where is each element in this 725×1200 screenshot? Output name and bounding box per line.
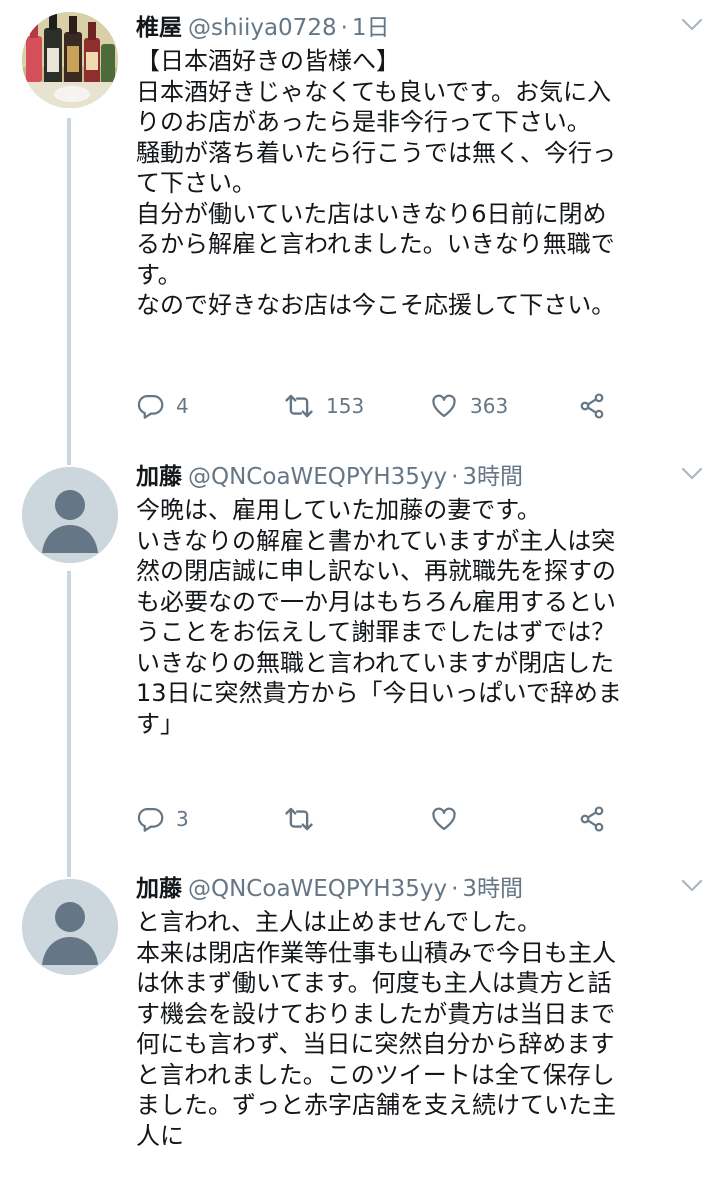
tweet-text-line: 騒動が落ち着いたら行こうでは無く、今行っ [136,138,616,167]
default-avatar-icon [22,467,118,563]
chevron-down-icon[interactable] [681,18,703,32]
share-icon [578,392,606,420]
thread-line [67,867,71,877]
tweet-text: 今晩は、雇用していた加藤の妻です。 いきなりの解雇と書かれていますが主人は突 然… [136,495,707,739]
tweet-text-line: 日本酒好きじゃなくても良いです。お気に入 [136,77,611,106]
tweet-text-line: 13日に突然貴方から「今日いっぱいで辞めま [136,679,622,707]
share-button[interactable] [578,391,606,421]
separator-dot: · [451,464,459,490]
display-name[interactable]: 加藤 [136,876,182,902]
reply-button[interactable]: 3 [136,804,189,834]
default-avatar-icon [22,879,118,975]
tweet-thread: 椎屋 @shiiya0728 · 1日 【日本酒好きの皆様へ】 日本酒好きじゃなくても… [0,0,725,1200]
chevron-down-icon[interactable] [681,467,703,481]
tweet-text-line: いきなりの無職と言われていますが閉店した [136,648,615,677]
reply-icon [136,392,164,420]
tweet[interactable]: 加藤 @QNCoaWEQPYH35yy · 3時間 と言われ、主人は止めませんでした。… [0,867,725,1200]
tweet-text: と言われ、主人は止めませんでした。 本来は閉店作業等仕事も山積みで今日も主人 は… [136,907,707,1151]
tweet-text: 【日本酒好きの皆様へ】 日本酒好きじゃなくても良いです。お気に入 りのお店があっ… [136,46,707,321]
avatar[interactable] [22,12,118,108]
tweet-text-line: 自分が働いていた店はいきなり6日前に閉め [136,199,607,228]
retweet-icon [284,804,314,834]
like-button[interactable]: 363 [430,391,508,421]
tweet-actions: 4 153 363 [136,391,707,421]
tweet-text-line: りのお店があったら是非今行って下さい。 [136,108,591,136]
timestamp[interactable]: 3時間 [462,876,523,902]
heart-icon [430,392,458,420]
timestamp[interactable]: 3時間 [462,464,523,490]
heart-icon [430,805,458,833]
reply-button[interactable]: 4 [136,391,189,421]
display-name[interactable]: 加藤 [136,464,182,490]
username[interactable]: @QNCoaWEQPYH35yy [188,876,447,902]
tweet-text-line: す機会を設けておりましたが貴方は当日まで [136,999,616,1028]
tweet-text-line: 何にも言わず、当日に突然自分から辞めます [136,1030,615,1058]
tweet-text-line: るから解雇と言われました。いきなり無職で [136,230,615,258]
display-name[interactable]: 椎屋 [136,15,182,41]
chevron-down-icon[interactable] [681,879,703,893]
tweet-text-line: す。 [136,260,182,289]
separator-dot: · [451,876,459,902]
tweet-text-line: も必要なので一か月はもちろん雇用するとい [136,587,616,616]
tweet[interactable]: 椎屋 @shiiya0728 · 1日 【日本酒好きの皆様へ】 日本酒好きじゃなくても… [0,0,725,455]
tweet-text-line: 本来は閉店作業等仕事も山積みで今日も主人 [136,938,616,967]
tweet-text-line: 今晩は、雇用していた加藤の妻です。 [136,496,541,524]
tweet-text-line: と言われ、主人は止めませんでした。 [136,908,542,936]
share-icon [578,805,606,833]
retweet-button[interactable] [284,804,326,834]
tweet-text-line: 人に [136,1121,184,1150]
retweet-button[interactable]: 153 [284,391,364,421]
tweet[interactable]: 加藤 @QNCoaWEQPYH35yy · 3時間 今晩は、雇用していた加藤の妻です。… [0,455,725,867]
sake-bottles-photo [22,12,118,108]
thread-line [67,455,71,465]
username[interactable]: @shiiya0728 [188,15,337,41]
tweet-text-line: て下さい。 [136,169,256,197]
tweet-text-line: 【日本酒好きの皆様へ】 [136,47,400,75]
avatar[interactable] [22,879,118,975]
tweet-text-line: なので好きなお店は今こそ応援して下さい。 [136,291,616,319]
tweet-text-line: は休まず働いてます。何度も主人は貴方と話 [136,969,612,997]
tweet-text-line: す」 [136,709,184,738]
reply-icon [136,805,164,833]
reply-count: 4 [176,394,189,418]
retweet-count: 153 [326,394,365,418]
username[interactable]: @QNCoaWEQPYH35yy [188,464,447,490]
reply-count: 3 [176,807,189,831]
tweet-text-line: と言われました。このツイートは全て保存し [136,1060,615,1089]
tweet-text-line: うことをお伝えして謝罪までしたはずでは？ [136,618,616,646]
thread-line [67,118,71,455]
tweet-actions: 3 [136,804,707,834]
tweet-text-line: いきなりの解雇と書かれていますが主人は突 [136,526,616,555]
separator-dot: · [340,15,348,41]
tweet-text-line: ました。ずっと赤字店舗を支え続けていた主 [136,1091,616,1119]
thread-line [67,571,71,867]
retweet-icon [284,391,314,421]
share-button[interactable] [578,804,606,834]
timestamp[interactable]: 1日 [352,15,390,41]
like-count: 363 [470,394,509,418]
like-button[interactable] [430,804,470,834]
avatar[interactable] [22,467,118,563]
tweet-text-line: 然の閉店誠に申し訳ない、再就職先を探すの [136,557,616,585]
